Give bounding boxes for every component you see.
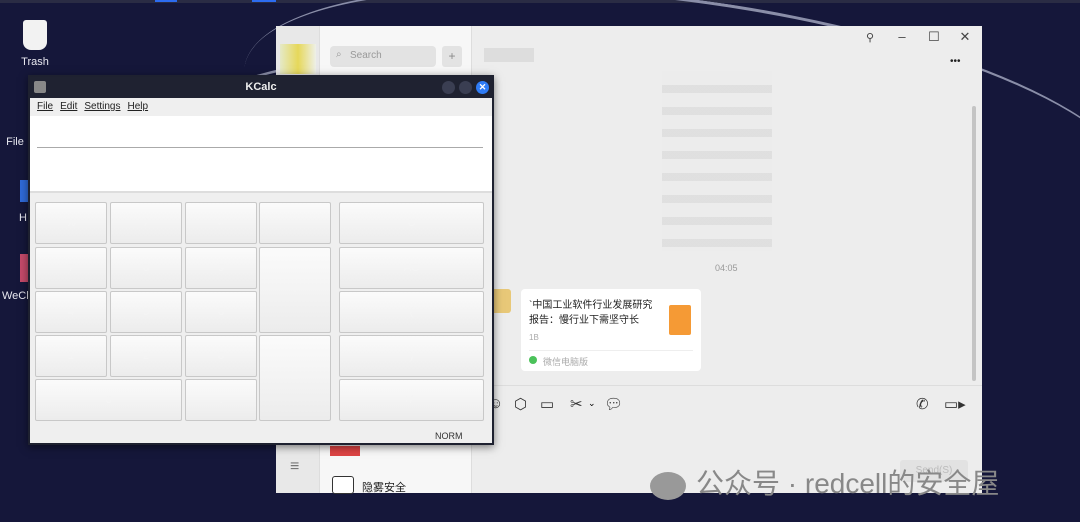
- desktop-icon-label: WeCl: [2, 290, 28, 302]
- desktop-icon-h[interactable]: H: [18, 212, 28, 224]
- wechat-icon: [529, 356, 537, 364]
- menu-file[interactable]: File: [37, 98, 53, 115]
- search-input[interactable]: ⌕ Search: [330, 46, 436, 67]
- minimize-button[interactable]: –: [894, 29, 910, 44]
- key-button[interactable]: (: [339, 291, 484, 333]
- key-button[interactable]: %: [35, 202, 107, 244]
- watermark-text: 公众号 · redcell的安全屋: [696, 468, 1000, 499]
- key-button[interactable]: 8: [110, 247, 182, 289]
- key-button[interactable]: 2: [110, 335, 182, 377]
- desktop-icon-wechat[interactable]: WeCl: [2, 290, 28, 302]
- key-button[interactable]: 3: [185, 335, 257, 377]
- desktop-icon-label: File: [6, 136, 24, 148]
- key-button[interactable]: /: [110, 202, 182, 244]
- blurred-message: [662, 71, 772, 251]
- key-button[interactable]: 4: [35, 291, 107, 333]
- desktop-icon-label: H: [19, 212, 27, 224]
- wechat-logo-icon: [650, 471, 686, 500]
- menu-help[interactable]: Help: [128, 98, 149, 115]
- document-icon: [669, 305, 691, 335]
- divider: [529, 350, 693, 351]
- key-button[interactable]: +/−: [339, 379, 484, 421]
- more-button[interactable]: •••: [950, 56, 961, 67]
- watermark: 公众号 · redcell的安全屋: [650, 462, 999, 502]
- close-button[interactable]: ✕: [476, 81, 489, 94]
- avatar[interactable]: [280, 44, 316, 74]
- close-button[interactable]: ✕: [957, 29, 973, 45]
- menu-icon[interactable]: ≡: [290, 458, 299, 476]
- pin-icon[interactable]: ⚲: [862, 31, 878, 44]
- maximize-button[interactable]: [459, 81, 472, 94]
- key-button[interactable]: AC: [339, 247, 484, 289]
- kcalc-app-icon: [34, 81, 46, 93]
- file-size: 1B: [529, 333, 539, 342]
- panel-indicator: [252, 0, 276, 2]
- key-button[interactable]: 5: [110, 291, 182, 333]
- chat-history-icon[interactable]: 💬︎: [604, 395, 623, 413]
- window-title: KCalc: [245, 81, 277, 93]
- key-button[interactable]: C: [339, 202, 484, 244]
- app-icon[interactable]: [20, 180, 28, 202]
- minimize-button[interactable]: [442, 81, 455, 94]
- key-button[interactable]: ×: [185, 202, 257, 244]
- screenshot-scissors-icon[interactable]: ✂: [570, 395, 583, 413]
- key-button[interactable]: 0: [35, 379, 182, 421]
- video-call-icon[interactable]: ▭▸: [944, 395, 966, 413]
- menu-edit[interactable]: Edit: [60, 98, 77, 115]
- chat-panel: ⚲ – ☐ ✕ ••• 04:05 `中国工业软件行业发展研究报告：慢行业下需坚…: [472, 26, 982, 493]
- kcalc-window: KCalc ✕ File Edit Settings Help % / × − C 7 8 9 + AC…: [28, 75, 494, 445]
- contact-name: 隐雾安全: [362, 482, 406, 494]
- key-button[interactable]: .: [185, 379, 257, 421]
- file-name: `中国工业软件行业发展研究报告：慢行业下需坚守长期...: [529, 300, 653, 326]
- scrollbar[interactable]: [972, 106, 976, 381]
- key-button[interactable]: 7: [35, 247, 107, 289]
- add-button[interactable]: +: [442, 46, 462, 67]
- calculator-display: [30, 116, 492, 193]
- desktop-icon-file[interactable]: File: [0, 136, 30, 148]
- display-divider: [37, 147, 483, 148]
- contact-avatar: [330, 446, 360, 456]
- maximize-button[interactable]: ☐: [926, 29, 942, 45]
- mode-status: NORM: [435, 431, 463, 441]
- desktop-icon-label: Trash: [21, 56, 49, 68]
- divider: [472, 385, 982, 386]
- key-button[interactable]: =: [259, 335, 331, 421]
- key-button[interactable]: 9: [185, 247, 257, 289]
- desktop-icon-trash[interactable]: Trash: [10, 20, 60, 68]
- chevron-down-icon[interactable]: ⌄: [588, 398, 596, 409]
- chat-list-item[interactable]: 隐雾安全: [320, 474, 472, 494]
- menu-bar: File Edit Settings Help: [30, 98, 492, 115]
- file-message[interactable]: `中国工业软件行业发展研究报告：慢行业下需坚守长期... 1B 微信电脑版: [521, 289, 701, 371]
- menu-settings[interactable]: Settings: [84, 98, 120, 115]
- contact-avatar: [332, 476, 354, 494]
- chat-title-blurred: [484, 48, 534, 62]
- key-button[interactable]: −: [259, 202, 331, 244]
- folder-icon[interactable]: ▭: [540, 395, 554, 413]
- voice-call-icon[interactable]: ✆: [916, 395, 929, 413]
- panel-indicator: [155, 0, 177, 2]
- wechat-app-icon[interactable]: [20, 254, 28, 282]
- key-button[interactable]: 6: [185, 291, 257, 333]
- title-bar: KCalc ✕: [30, 77, 492, 98]
- trash-icon: [23, 20, 47, 50]
- search-placeholder: Search: [350, 50, 382, 61]
- search-icon: ⌕: [336, 49, 342, 60]
- message-source: 微信电脑版: [543, 357, 589, 367]
- message-timestamp: 04:05: [715, 263, 738, 273]
- key-button[interactable]: 1: [35, 335, 107, 377]
- key-button[interactable]: +: [259, 247, 331, 333]
- sticker-box-icon[interactable]: ⬡: [514, 395, 527, 413]
- key-button[interactable]: ): [339, 335, 484, 377]
